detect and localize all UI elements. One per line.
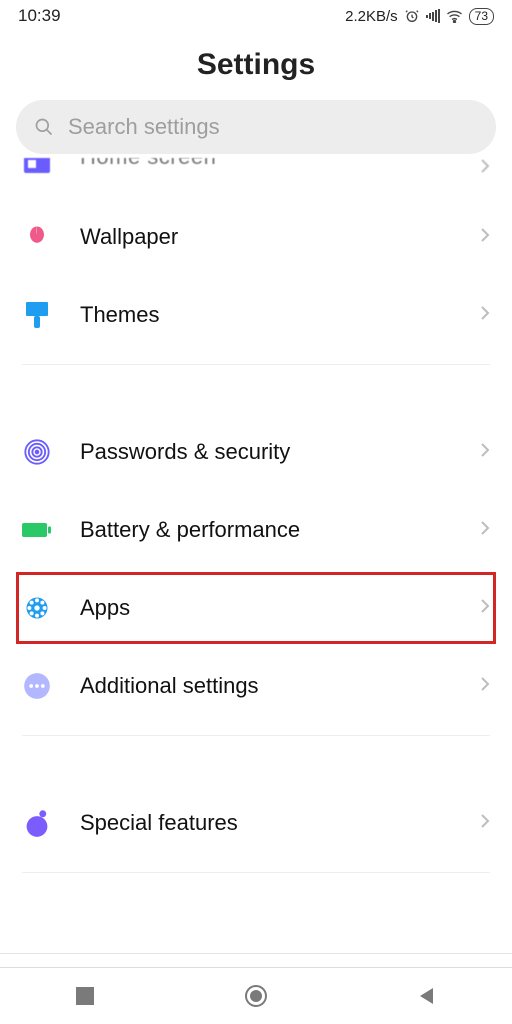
wallpaper-icon	[22, 222, 52, 252]
status-time: 10:39	[18, 6, 61, 26]
search-icon	[34, 117, 54, 137]
chevron-right-icon	[480, 520, 490, 541]
nav-home-button[interactable]	[216, 984, 296, 1008]
row-label: Themes	[80, 302, 480, 328]
row-special-features[interactable]: Special features	[0, 784, 512, 862]
settings-list: Home screen Wallpaper Themes Passwords &…	[0, 158, 512, 873]
status-right: 2.2KB/s 73	[345, 8, 494, 25]
battery-indicator: 73	[469, 8, 494, 25]
chevron-right-icon	[480, 158, 490, 179]
chevron-right-icon	[480, 813, 490, 834]
chevron-right-icon	[480, 598, 490, 619]
row-battery-performance[interactable]: Battery & performance	[0, 491, 512, 569]
row-label: Additional settings	[80, 673, 480, 699]
status-bar: 10:39 2.2KB/s 73	[0, 0, 512, 26]
page-title: Settings	[0, 48, 512, 82]
row-label: Battery & performance	[80, 517, 480, 543]
chevron-right-icon	[480, 305, 490, 326]
divider	[0, 953, 512, 954]
apps-icon	[22, 593, 52, 623]
row-label: Passwords & security	[80, 439, 480, 465]
nav-recent-button[interactable]	[45, 987, 125, 1005]
row-themes[interactable]: Themes	[0, 276, 512, 354]
row-label: Apps	[80, 595, 480, 621]
special-features-icon	[22, 808, 52, 838]
additional-settings-icon	[22, 671, 52, 701]
row-wallpaper[interactable]: Wallpaper	[0, 198, 512, 276]
wifi-icon	[446, 9, 463, 23]
search-input[interactable]: Search settings	[16, 100, 496, 154]
home-screen-icon	[22, 158, 52, 180]
search-placeholder: Search settings	[68, 114, 220, 140]
row-additional-settings[interactable]: Additional settings	[0, 647, 512, 725]
row-passwords-security[interactable]: Passwords & security	[0, 413, 512, 491]
signal-icon	[426, 9, 440, 23]
themes-icon	[22, 300, 52, 330]
fingerprint-icon	[22, 437, 52, 467]
divider	[22, 364, 490, 365]
chevron-right-icon	[480, 442, 490, 463]
alarm-icon	[404, 8, 420, 24]
divider	[22, 872, 490, 873]
row-label: Wallpaper	[80, 224, 480, 250]
row-label: Home screen	[80, 158, 480, 170]
row-home-screen[interactable]: Home screen	[0, 158, 512, 198]
status-net-speed: 2.2KB/s	[345, 8, 398, 25]
chevron-right-icon	[480, 227, 490, 248]
row-apps[interactable]: Apps	[0, 569, 512, 647]
divider	[22, 735, 490, 736]
row-label: Special features	[80, 810, 480, 836]
nav-back-button[interactable]	[387, 986, 467, 1006]
nav-bar	[0, 967, 512, 1024]
battery-icon	[22, 515, 52, 545]
chevron-right-icon	[480, 676, 490, 697]
